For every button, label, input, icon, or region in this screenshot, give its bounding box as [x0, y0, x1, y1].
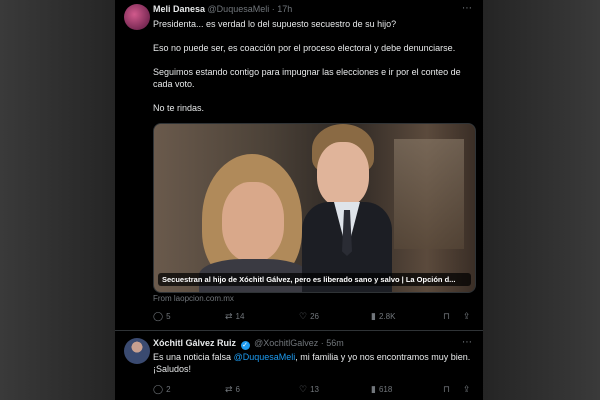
reply-count: 2 [166, 384, 171, 394]
retweet-icon: ⇄ [225, 384, 233, 394]
tweet-text: Es una noticia falsa @DuquesaMeli, mi fa… [153, 351, 473, 375]
tweet-thread: Meli Danesa @DuquesaMeli · 17h ⋯ Preside… [115, 0, 483, 400]
views-count: 618 [378, 384, 393, 394]
bookmark-button[interactable]: ⊓ [443, 384, 450, 394]
reply-icon: ◯ [153, 384, 164, 394]
tweet-xochitl[interactable]: Xóchitl Gálvez Ruiz ✓ @XochitlGalvez · 5… [115, 0, 483, 400]
like-button[interactable]: ♡ 13 [299, 384, 319, 394]
views-button[interactable]: ▮ 618 [371, 384, 392, 394]
retweet-count: 6 [235, 384, 240, 394]
mention-link[interactable]: @DuquesaMeli [234, 352, 296, 362]
heart-icon: ♡ [299, 384, 308, 394]
like-count: 13 [310, 384, 319, 394]
retweet-button[interactable]: ⇄ 6 [225, 384, 240, 394]
tweet-text-part: Es una noticia falsa [153, 352, 234, 362]
reply-button[interactable]: ◯ 2 [153, 384, 171, 394]
share-icon: ⇪ [463, 384, 471, 394]
views-icon: ▮ [371, 384, 376, 394]
tweet-actions: ◯ 2 ⇄ 6 ♡ 13 ▮ 618 ⊓ ⇪ [153, 384, 473, 396]
author-name[interactable]: Xóchitl Gálvez Ruiz [153, 338, 236, 348]
avatar[interactable] [124, 338, 150, 364]
verified-badge-icon: ✓ [240, 341, 250, 350]
tweet-time[interactable]: · 56m [321, 338, 344, 348]
tweet-header: Xóchitl Gálvez Ruiz ✓ @XochitlGalvez · 5… [153, 338, 344, 350]
more-options-icon[interactable]: ⋯ [462, 337, 473, 348]
author-handle[interactable]: @XochitlGalvez [254, 338, 318, 348]
bookmark-icon: ⊓ [443, 384, 451, 394]
share-button[interactable]: ⇪ [463, 384, 471, 394]
